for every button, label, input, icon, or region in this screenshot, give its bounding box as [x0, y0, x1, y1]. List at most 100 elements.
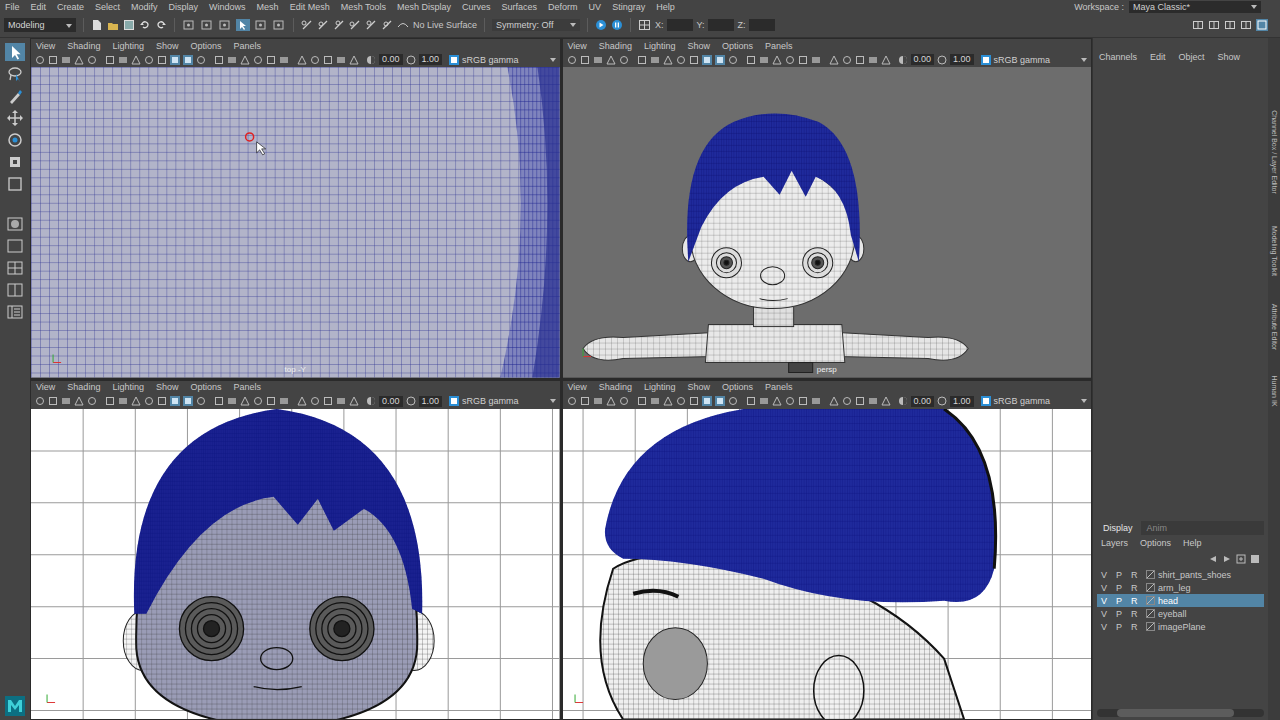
panel-menu-item[interactable]: Show	[156, 41, 179, 51]
panel-tool-icon[interactable]	[310, 396, 320, 406]
panel-tool-icon[interactable]	[349, 396, 359, 406]
panel-tool-icon[interactable]	[593, 396, 603, 406]
panel-tool-icon[interactable]	[35, 396, 45, 406]
panel-menu-item[interactable]: Options	[190, 382, 221, 392]
panel-tool-icon[interactable]	[105, 396, 115, 406]
panel-tool-icon[interactable]	[336, 55, 346, 65]
selection-mask-icon[interactable]	[254, 19, 268, 31]
panel-tool-icon[interactable]	[689, 396, 699, 406]
scrollbar-thumb[interactable]	[1117, 709, 1234, 717]
exposure-field[interactable]: 0.00	[379, 396, 403, 407]
panel-tool-icon[interactable]	[266, 55, 276, 65]
panel-tool-icon[interactable]	[842, 55, 852, 65]
color-management-icon[interactable]	[981, 55, 991, 65]
panel-tool-icon[interactable]	[650, 396, 660, 406]
symmetry-dropdown[interactable]: Symmetry: Off	[492, 19, 580, 31]
panel-tool-icon[interactable]	[323, 396, 333, 406]
panel-tool-icon[interactable]	[715, 396, 725, 406]
visibility-toggle[interactable]: V	[1101, 570, 1116, 580]
file-tool-icon[interactable]	[139, 19, 151, 31]
menu-item[interactable]: Display	[169, 2, 199, 12]
view-transform-label[interactable]: sRGB gamma	[994, 55, 1051, 65]
layer-row[interactable]: VPRarm_leg	[1097, 581, 1264, 594]
panel-tool-icon[interactable]	[214, 55, 224, 65]
panel-tool-icon[interactable]	[349, 55, 359, 65]
layer-button-icon[interactable]	[1208, 554, 1218, 564]
layer-row[interactable]: VPRimagePlane	[1097, 620, 1264, 633]
scale-tool-icon[interactable]	[5, 153, 25, 171]
panel-tool-icon[interactable]	[323, 55, 333, 65]
panel-menu-item[interactable]: Panels	[765, 382, 793, 392]
gamma-field[interactable]: 1.00	[419, 54, 443, 65]
exposure-field[interactable]: 0.00	[911, 396, 935, 407]
panel-tool-icon[interactable]	[637, 55, 647, 65]
panel-toggle-icon[interactable]	[1192, 19, 1204, 31]
panel-tool-icon[interactable]	[829, 396, 839, 406]
snap-icon[interactable]	[301, 19, 313, 31]
file-tool-icon[interactable]	[155, 19, 167, 31]
panel-tool-icon[interactable]	[746, 55, 756, 65]
live-surface-label[interactable]: No Live Surface	[413, 20, 477, 30]
display-type-toggle[interactable]: R	[1131, 622, 1146, 632]
coordinate-input[interactable]	[708, 19, 734, 31]
toolbar-expand-icon[interactable]	[1081, 58, 1087, 62]
panel-tool-icon[interactable]	[87, 396, 97, 406]
visibility-toggle[interactable]: V	[1101, 583, 1116, 593]
panel-menu-item[interactable]: Lighting	[112, 41, 144, 51]
panel-menu-item[interactable]: Lighting	[644, 41, 676, 51]
pause-icon[interactable]	[611, 19, 623, 31]
toolbar-expand-icon[interactable]	[550, 399, 556, 403]
panel-tool-icon[interactable]	[227, 396, 237, 406]
viewport-canvas[interactable]: persp	[563, 67, 1092, 378]
panel-tool-icon[interactable]	[74, 396, 84, 406]
snap-icon[interactable]	[349, 19, 361, 31]
channel-box-menu-item[interactable]: Channels	[1099, 52, 1137, 62]
layer-menu-item[interactable]: Options	[1140, 538, 1171, 548]
layer-menu-item[interactable]: Help	[1183, 538, 1202, 548]
panel-tool-icon[interactable]	[881, 396, 891, 406]
panel-tool-icon[interactable]	[567, 396, 577, 406]
menu-item[interactable]: Help	[656, 2, 675, 12]
panel-menu-item[interactable]: Shading	[599, 41, 632, 51]
channel-box-menu-item[interactable]: Object	[1179, 52, 1205, 62]
layer-tab[interactable]: Display	[1097, 521, 1141, 535]
outliner-pane-icon[interactable]	[5, 303, 25, 321]
panel-tool-icon[interactable]	[606, 55, 616, 65]
panel-tool-icon[interactable]	[619, 55, 629, 65]
panel-tool-icon[interactable]	[855, 396, 865, 406]
panel-tool-icon[interactable]	[811, 396, 821, 406]
layer-name[interactable]: head	[1155, 596, 1178, 606]
panel-tool-icon[interactable]	[118, 396, 128, 406]
view-transform-label[interactable]: sRGB gamma	[994, 396, 1051, 406]
selection-mask-icon[interactable]	[272, 19, 286, 31]
snap-icon[interactable]	[317, 19, 329, 31]
panel-toggle-icon[interactable]	[1208, 19, 1220, 31]
panel-tool-icon[interactable]	[715, 55, 725, 65]
coordinate-input[interactable]	[749, 19, 775, 31]
panel-tool-icon[interactable]	[798, 55, 808, 65]
menu-item[interactable]: Mesh Display	[397, 2, 451, 12]
panel-tool-icon[interactable]	[772, 396, 782, 406]
gamma-field[interactable]: 1.00	[950, 54, 974, 65]
panel-menu-item[interactable]: Show	[156, 382, 179, 392]
panel-menu-item[interactable]: Lighting	[112, 382, 144, 392]
panel-tool-icon[interactable]	[183, 55, 193, 65]
layer-button-icon[interactable]	[1250, 554, 1260, 564]
menu-item[interactable]: Create	[57, 2, 84, 12]
panel-menu-item[interactable]: Options	[190, 41, 221, 51]
playback-toggle[interactable]: P	[1116, 583, 1131, 593]
panel-tool-icon[interactable]	[663, 396, 673, 406]
toolbar-expand-icon[interactable]	[550, 58, 556, 62]
display-type-toggle[interactable]: R	[1131, 609, 1146, 619]
panel-menu-item[interactable]: Show	[687, 382, 710, 392]
last-tool-icon[interactable]	[5, 175, 25, 193]
menu-item[interactable]: Stingray	[612, 2, 645, 12]
panel-tool-icon[interactable]	[868, 396, 878, 406]
menu-item[interactable]: Edit	[31, 2, 47, 12]
paint-select-icon[interactable]	[5, 87, 25, 105]
panel-tool-icon[interactable]	[131, 55, 141, 65]
panel-tool-icon[interactable]	[144, 396, 154, 406]
panel-tool-icon[interactable]	[183, 396, 193, 406]
panel-menu-item[interactable]: View	[36, 382, 55, 392]
view-transform-label[interactable]: sRGB gamma	[462, 55, 519, 65]
